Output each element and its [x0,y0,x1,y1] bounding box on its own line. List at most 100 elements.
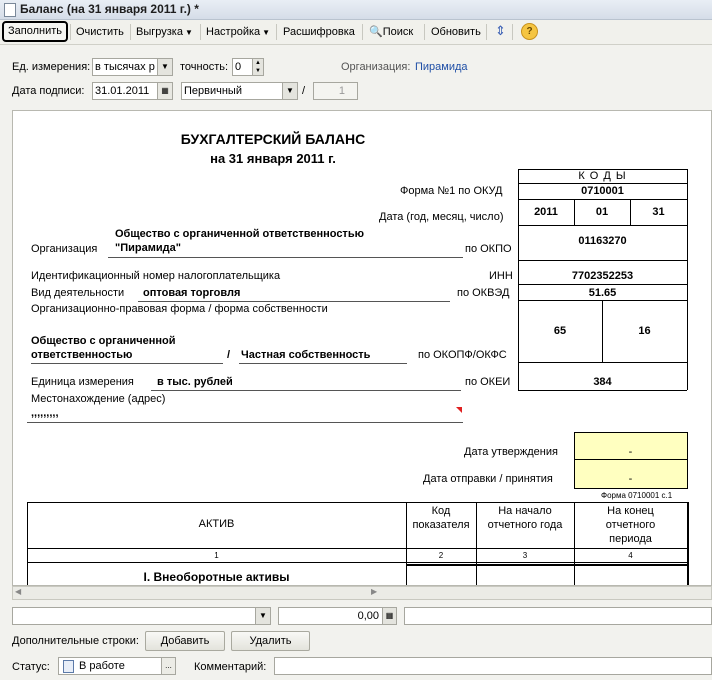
col-end-header-l3: периода [609,533,652,545]
sign-date-label: Дата подписи: [12,85,85,97]
extra-rows-label: Дополнительные строки: [12,635,139,647]
precision-value: 0 [235,61,242,73]
col-num-4: 4 [628,551,633,560]
legal-form-slash: / [227,349,231,361]
okopf-value: 65 [553,325,567,337]
codes-border [518,284,687,285]
legal-form-text: Организационно-правовая форма / форма со… [31,303,328,315]
help-icon[interactable]: ? [521,23,538,40]
codes-border [518,225,687,226]
table-border [574,502,575,585]
okud-value: 0710001 [581,185,624,197]
chevron-down-icon: ▼ [262,28,271,37]
table-border [406,564,689,566]
org-underline [108,257,463,258]
sheet-horizontal-scrollbar[interactable]: ◀ ▶ [12,586,712,600]
correction-number-value: 1 [338,85,345,97]
precision-stepper[interactable]: 0 ▲ ▼ [232,58,264,76]
export-menu-button[interactable]: Выгрузка ▼ [131,22,198,42]
comment-label: Комментарий: [194,661,267,673]
col-code-header-l2: показателя [412,519,470,531]
document-icon [4,3,16,17]
okei-label: по ОКЕИ [465,376,511,388]
unit-value: в тыс. рублей [157,376,233,388]
precision-label: точность: [180,61,229,73]
chevron-down-icon[interactable]: ▼ [255,608,270,624]
org-link[interactable]: Пирамида [415,61,468,73]
chevron-down-icon[interactable]: ▼ [157,59,172,75]
report-subtitle: на 31 января 2011 г. [210,151,336,166]
col-start-header-l2: отчетного года [487,519,563,531]
dates-border [574,488,688,489]
status-field[interactable]: В работе ... [58,657,176,675]
scroll-right-icon[interactable]: ▶ [371,587,377,596]
toolbar: Заполнить Очистить Выгрузка ▼ Настройка ▼ … [0,20,712,45]
search-label: Поиск [382,26,414,38]
send-date-value[interactable]: - [574,473,687,485]
indicator-select[interactable]: ▼ [12,607,271,625]
dates-border [687,432,688,488]
table-border [687,502,689,585]
calculator-icon[interactable]: ▦ [382,608,396,624]
table-border [476,502,477,585]
scroll-left-icon[interactable]: ◀ [15,587,21,596]
inn-value: 7702352253 [571,270,634,282]
dates-border [574,432,688,433]
comment-field[interactable] [274,657,712,675]
decode-button[interactable]: Расшифровка [278,22,360,42]
calendar-icon[interactable]: ▦ [157,83,172,99]
comment-marker-icon [456,407,462,413]
activity-label: Вид деятельности [31,287,125,299]
codes-border [518,169,519,390]
clear-button[interactable]: Очистить [71,22,129,42]
codes-border [518,260,687,261]
okved-label: по ОКВЭД [457,287,510,299]
select-ellipsis-button[interactable]: ... [161,658,175,674]
okpo-value: 01163270 [578,235,627,247]
address-label: Местонахождение (адрес) [31,393,166,405]
table-border [27,502,687,503]
report-kind-select[interactable]: Первичный ▼ [181,82,298,100]
org-label: Организация [31,243,98,255]
stepper-arrows-icon[interactable]: ▲ ▼ [252,59,263,75]
approval-date-value[interactable]: - [574,446,687,458]
fill-button[interactable]: Заполнить [2,21,69,42]
delete-row-button[interactable]: Удалить [231,631,310,651]
col-num-3: 3 [522,551,528,560]
activity-value: оптовая торговля [143,287,241,299]
year-value: 2011 [534,206,558,218]
legal-form-line1: Общество с органиченной [31,335,176,347]
codes-border [518,183,687,184]
toolbar-separator [362,24,363,40]
status-label: Статус: [12,661,50,673]
col-end-header-l1: На конец [607,505,654,517]
refresh-button[interactable]: Обновить [426,22,486,42]
chevron-down-icon[interactable]: ▼ [282,83,297,99]
codes-border [602,300,603,362]
add-row-button[interactable]: Добавить [145,631,225,651]
unit-select[interactable]: в тысячах р ▼ [92,58,173,76]
legal-form-line2: ответственностью [31,349,133,361]
settings-menu-button[interactable]: Настройка ▼ [201,22,275,42]
section-1-title: I. Внеоборотные активы [143,570,290,584]
expand-collapse-icon[interactable]: ⇕ [490,22,511,42]
codes-border [518,199,687,200]
unit-underline [151,390,461,391]
org-name-line1: Общество с органиченной ответственностью [115,228,364,240]
okei-value: 384 [593,376,612,388]
search-button[interactable]: 🔍Поиск [364,22,418,42]
amount-field[interactable]: 0,00 ▦ [278,607,397,625]
detail-field[interactable] [404,607,712,625]
month-value: 01 [595,206,609,218]
ownership-underline [239,363,407,364]
table-border [27,548,687,549]
status-value: В работе [79,660,125,672]
address-underline [27,422,463,423]
codes-header: К О Д Ы [578,170,627,182]
correction-number-field[interactable]: 1 [313,82,358,100]
sign-date-field[interactable]: 31.01.2011 ▦ [92,82,173,100]
col-asset-header: АКТИВ [198,518,235,530]
org-label: Организация: [341,61,411,73]
table-border [27,502,28,585]
okopf-label: по ОКОПФ/ОКФС [418,349,507,361]
